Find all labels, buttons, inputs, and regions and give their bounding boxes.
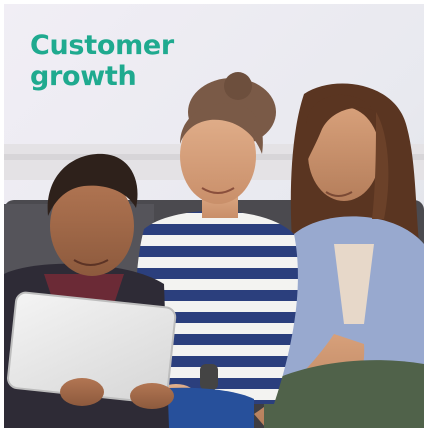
headline: Customer growth [30, 30, 174, 92]
headline-line-1: Customer [30, 30, 174, 61]
headline-line-2: growth [30, 61, 137, 92]
promo-card: Customer growth [4, 4, 424, 428]
